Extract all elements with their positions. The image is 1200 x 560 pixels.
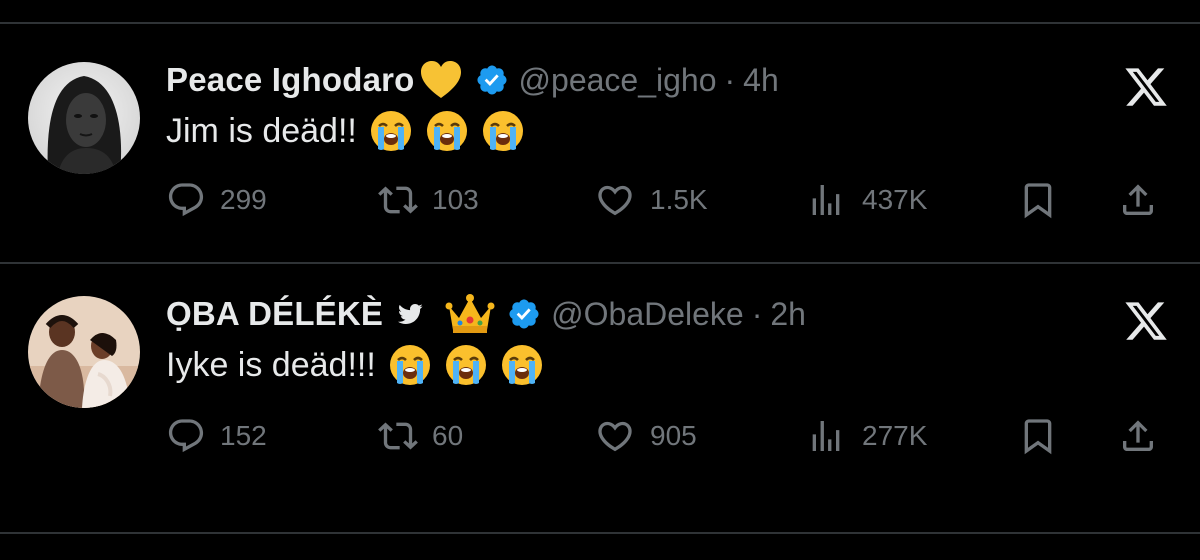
bird-icon: [395, 301, 425, 327]
like-count: 905: [650, 420, 697, 451]
timestamp[interactable]: 2h: [770, 296, 806, 333]
reply-icon: [166, 416, 206, 456]
views-count: 277K: [862, 420, 928, 451]
avatar-peace-ighodaro[interactable]: [28, 62, 140, 174]
views-button[interactable]: 437K: [806, 178, 927, 222]
views-icon: [806, 416, 846, 456]
separator-dot: ·: [751, 295, 763, 332]
bottom-divider: [0, 532, 1200, 534]
tweet-2[interactable]: ỌBA DÉLÉKÈ @ObaDeleke · 2h Iyke is deäd!…: [0, 264, 1200, 500]
avatar-oba-deleke[interactable]: [28, 296, 140, 408]
loudly-crying-face-icon: [369, 109, 413, 153]
separator-dot: ·: [724, 61, 736, 98]
retweet-count: 60: [432, 420, 464, 451]
action-bar: 152 60 905 277K: [166, 414, 1166, 458]
like-count: 1.5K: [650, 184, 708, 215]
crown-icon: [445, 292, 495, 336]
tweet-text-row: Iyke is deäd!!!: [166, 340, 544, 390]
heart-icon: [594, 180, 636, 220]
display-name[interactable]: Peace Ighodaro: [166, 61, 415, 99]
retweet-button[interactable]: 60: [376, 414, 463, 458]
bookmark-icon: [1018, 180, 1058, 220]
x-logo-icon: [1122, 64, 1170, 110]
heart-icon: [594, 416, 636, 456]
retweet-icon: [376, 416, 420, 456]
tweet-text: Iyke is deäd!!!: [166, 345, 376, 384]
loudly-crying-face-icon: [425, 109, 469, 153]
retweet-icon: [376, 180, 420, 220]
reply-count: 152: [220, 420, 267, 451]
display-name[interactable]: ỌBA DÉLÉKÈ: [166, 295, 383, 333]
loudly-crying-face-icon: [500, 343, 544, 387]
bookmark-icon: [1018, 416, 1058, 456]
views-button[interactable]: 277K: [806, 414, 927, 458]
loudly-crying-face-icon: [388, 343, 432, 387]
timestamp[interactable]: 4h: [743, 62, 779, 99]
reply-count: 299: [220, 184, 267, 215]
tweet-1[interactable]: Peace Ighodaro @peace_igho · 4h Jim is d…: [0, 24, 1200, 260]
views-count: 437K: [862, 184, 928, 215]
x-logo-icon: [1122, 298, 1170, 344]
bookmark-button[interactable]: [1018, 414, 1058, 458]
user-handle[interactable]: @peace_igho: [519, 62, 717, 99]
bookmark-button[interactable]: [1018, 178, 1058, 222]
like-button[interactable]: 1.5K: [594, 178, 708, 222]
share-icon: [1118, 180, 1158, 220]
share-icon: [1118, 416, 1158, 456]
like-button[interactable]: 905: [594, 414, 697, 458]
user-handle[interactable]: @ObaDeleke: [551, 296, 744, 333]
loudly-crying-face-icon: [444, 343, 488, 387]
tweet-text: Jim is deäd!!: [166, 111, 357, 150]
action-bar: 299 103 1.5K 437K: [166, 178, 1166, 222]
retweet-count: 103: [432, 184, 479, 215]
verified-badge-icon[interactable]: [475, 63, 509, 97]
reply-button[interactable]: 299: [166, 178, 267, 222]
tweet-text-row: Jim is deäd!!: [166, 106, 525, 156]
yellow-heart-icon: [419, 60, 463, 100]
reply-icon: [166, 180, 206, 220]
loudly-crying-face-icon: [481, 109, 525, 153]
share-button[interactable]: [1118, 414, 1158, 458]
verified-badge-icon[interactable]: [507, 297, 541, 331]
reply-button[interactable]: 152: [166, 414, 267, 458]
share-button[interactable]: [1118, 178, 1158, 222]
views-icon: [806, 180, 846, 220]
retweet-button[interactable]: 103: [376, 178, 479, 222]
